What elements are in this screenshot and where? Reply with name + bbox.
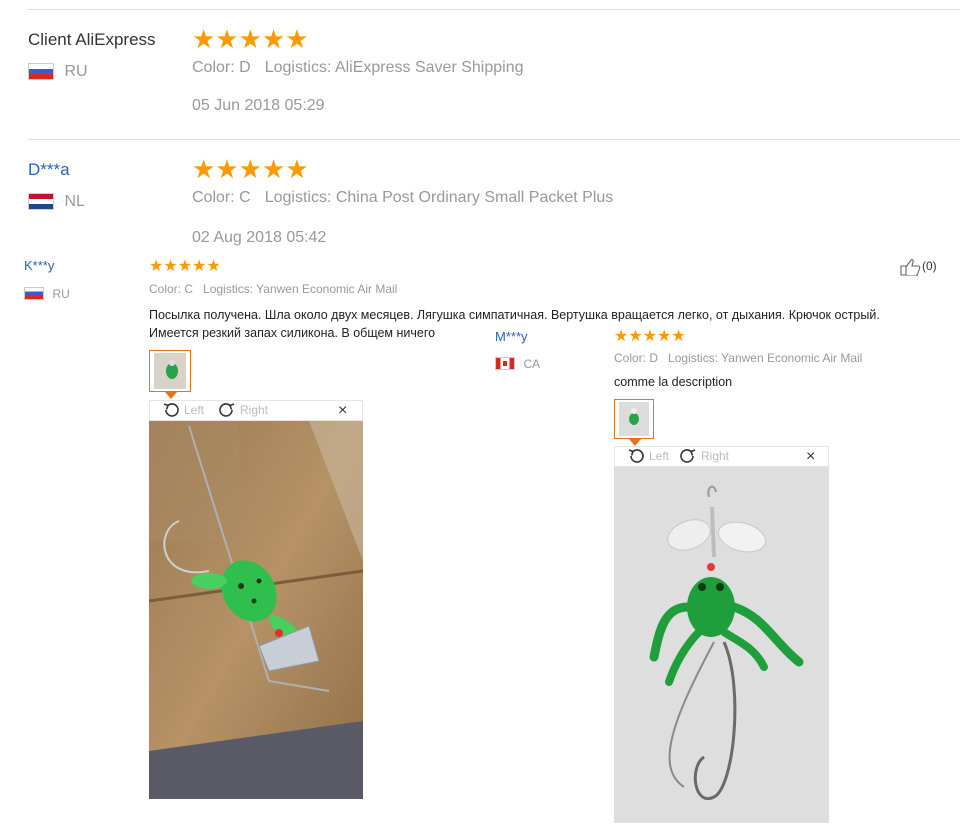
review-meta: Color: D Logistics: Yanwen Economic Air M… [614, 351, 862, 365]
rotate-right-label[interactable]: Right [701, 449, 729, 463]
thumbs-up-icon [900, 259, 921, 277]
reviewer-country: RU [24, 285, 70, 303]
photo-viewer-toolbar: Left Right × [149, 400, 363, 421]
flag-ru-icon [28, 63, 54, 81]
thumbnail-image [154, 353, 186, 389]
frog-lure-image [614, 467, 829, 823]
flag-ca-icon [495, 357, 515, 371]
reviewer-name[interactable]: K***y [24, 258, 54, 273]
rotate-left-label[interactable]: Left [649, 449, 669, 463]
close-icon[interactable]: × [338, 402, 347, 420]
frog-lure-on-box-image [149, 421, 363, 799]
rotate-left-label[interactable]: Left [184, 403, 204, 417]
thumbnail-pointer [165, 392, 177, 399]
color-label: Color: C [149, 282, 194, 296]
helpful-count: (0) [922, 259, 937, 274]
review-text: Посылка получена. Шла около двух месяцев… [149, 308, 880, 340]
thumbnail-image [619, 402, 649, 436]
logistics-label: Logistics: China Post Ordinary Small Pac… [264, 189, 614, 206]
rating-stars: ★★★★★ [614, 328, 686, 345]
reviewer-name[interactable]: D***a [28, 160, 85, 180]
rotate-left-icon[interactable] [627, 447, 645, 465]
review-photo-large [149, 421, 363, 799]
rating-stars: ★★★★★ [149, 258, 221, 275]
rotate-right-label[interactable]: Right [240, 403, 268, 417]
review-meta: Color: D Logistics: AliExpress Saver Ship… [192, 59, 523, 77]
rotate-right-icon[interactable] [218, 401, 236, 419]
review-date: 02 Aug 2018 05:42 [192, 229, 327, 246]
reviewer-country: CA [495, 355, 540, 373]
review-item: Client AliExpress RU [28, 30, 156, 81]
rating-stars: ★★★★★ [192, 24, 309, 54]
color-label: Color: D [192, 59, 251, 76]
flag-nl-icon [28, 193, 54, 211]
logistics-label: Logistics: Yanwen Economic Air Mail [668, 351, 863, 365]
color-label: Color: C [192, 189, 251, 206]
color-label: Color: D [614, 351, 659, 365]
reviewer-country: NL [28, 193, 85, 211]
rotate-left-icon[interactable] [162, 401, 180, 419]
divider [28, 9, 960, 10]
review-photo-large [614, 467, 829, 823]
review-photo-thumbnail[interactable] [149, 350, 191, 399]
review-item: D***a NL [28, 160, 85, 211]
review-meta: Color: C Logistics: China Post Ordinary S… [192, 189, 613, 207]
helpful-button[interactable]: (0) [900, 258, 937, 277]
reviewer-name: Client AliExpress [28, 30, 156, 49]
flag-ru-icon [24, 287, 44, 301]
close-icon[interactable]: × [806, 448, 815, 466]
frog-lure-thumb-image [619, 402, 649, 436]
review-text: comme la description [614, 375, 733, 389]
thumbnail-pointer [629, 439, 641, 446]
reviewer-name[interactable]: M***y [495, 329, 528, 344]
photo-viewer-toolbar: Left Right × [614, 446, 829, 467]
review-photo-thumbnail[interactable] [614, 399, 654, 446]
logistics-label: Logistics: AliExpress Saver Shipping [264, 59, 524, 76]
rotate-right-icon[interactable] [679, 447, 697, 465]
frog-lure-thumb-image [154, 353, 186, 389]
review-meta: Color: C Logistics: Yanwen Economic Air M… [149, 282, 397, 296]
divider [28, 139, 960, 140]
reviewer-country: RU [28, 63, 156, 81]
review-date: 05 Jun 2018 05:29 [192, 97, 325, 114]
logistics-label: Logistics: Yanwen Economic Air Mail [203, 282, 398, 296]
rating-stars: ★★★★★ [192, 154, 309, 184]
